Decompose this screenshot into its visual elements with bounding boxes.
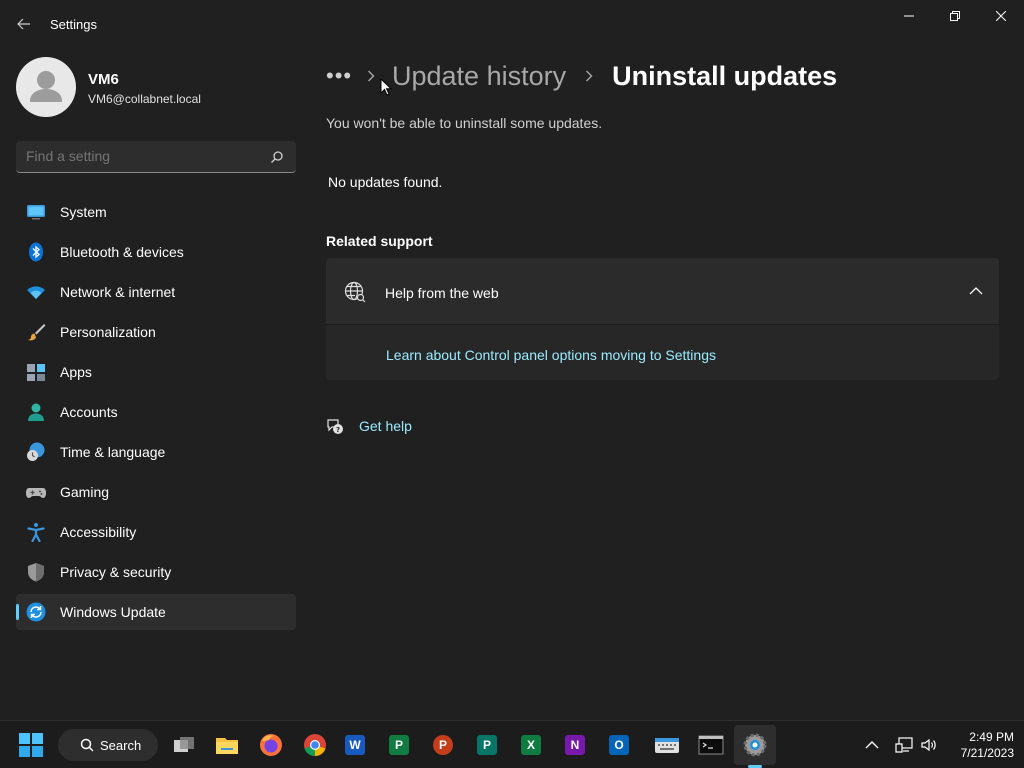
help-from-web-card: Help from the web Learn about Control pa… (326, 258, 999, 380)
sidebar-item-apps[interactable]: Apps (16, 354, 296, 390)
sidebar-item-gaming[interactable]: Gaming (16, 474, 296, 510)
sidebar-item-accounts[interactable]: Accounts (16, 394, 296, 430)
clock-time: 2:49 PM (969, 730, 1014, 744)
bluetooth-icon (29, 242, 43, 262)
excel-icon[interactable]: X (521, 731, 549, 759)
close-button[interactable] (978, 0, 1024, 32)
app-title: Settings (50, 17, 97, 32)
firefox-icon[interactable] (257, 731, 285, 759)
help-card-body: Learn about Control panel options moving… (326, 324, 999, 380)
chevron-right-icon (578, 70, 600, 82)
onenote-icon[interactable]: N (565, 731, 593, 759)
word-icon[interactable]: W (345, 731, 373, 759)
mouse-cursor-icon (380, 78, 392, 96)
outlook-icon[interactable]: O (609, 731, 637, 759)
breadcrumb: ••• Update history Uninstall updates (326, 56, 837, 96)
profile-name: VM6 (88, 71, 119, 88)
project-icon[interactable]: P (389, 731, 417, 759)
sidebar-item-system[interactable]: System (16, 194, 296, 230)
sidebar-item-label: System (60, 204, 107, 220)
sidebar-item-windows-update[interactable]: Windows Update (16, 594, 296, 630)
settings-gear-icon[interactable] (741, 731, 769, 759)
person-icon (30, 71, 62, 102)
taskbar-search[interactable]: Search (58, 729, 158, 761)
system-clock[interactable]: 2:49 PM 7/21/2023 (944, 729, 1014, 761)
help-card-title: Help from the web (385, 285, 499, 301)
search-icon (80, 738, 94, 752)
sidebar-item-label: Accessibility (60, 524, 137, 540)
minimize-icon (904, 15, 914, 17)
restore-icon (950, 11, 960, 21)
windows-update-icon (26, 602, 46, 622)
system-icon (27, 205, 45, 220)
sidebar-item-label: Personalization (60, 324, 156, 340)
taskbar-search-label: Search (100, 738, 142, 753)
minimize-button[interactable] (886, 0, 932, 32)
back-button[interactable] (8, 8, 40, 40)
settings-search[interactable] (16, 141, 296, 173)
sidebar-item-label: Bluetooth & devices (60, 244, 184, 260)
sidebar-item-label: Windows Update (60, 604, 166, 620)
apps-icon (27, 364, 45, 381)
search-input[interactable] (26, 148, 256, 164)
sidebar-item-label: Apps (60, 364, 92, 380)
volume-icon[interactable] (920, 736, 938, 754)
title-bar: Settings (0, 0, 1024, 48)
wifi-icon (27, 286, 45, 299)
empty-state-message: No updates found. (328, 174, 443, 190)
avatar (16, 57, 76, 117)
breadcrumb-update-history[interactable]: Update history (392, 61, 566, 92)
related-support-heading: Related support (326, 233, 433, 249)
restore-button[interactable] (932, 0, 978, 32)
clock-date: 7/21/2023 (960, 746, 1014, 760)
accounts-icon (28, 403, 44, 421)
file-explorer-icon[interactable] (213, 731, 241, 759)
sidebar-item-network[interactable]: Network & internet (16, 274, 296, 310)
sidebar-item-personalization[interactable]: Personalization (16, 314, 296, 350)
profile-email: VM6@collabnet.local (88, 92, 201, 106)
shield-icon (28, 563, 44, 582)
get-help-icon: ? (327, 419, 343, 434)
sidebar-item-label: Privacy & security (60, 564, 172, 580)
clock-globe-icon (27, 442, 45, 461)
help-from-web-header[interactable]: Help from the web (326, 258, 999, 324)
close-icon (996, 11, 1006, 21)
breadcrumb-more-button[interactable]: ••• (326, 63, 360, 89)
page-subtitle: You won't be able to uninstall some upda… (326, 115, 603, 131)
controller-icon (26, 488, 46, 498)
network-icon[interactable] (895, 736, 913, 754)
chevron-up-icon[interactable] (864, 737, 880, 753)
sidebar-item-time-language[interactable]: Time & language (16, 434, 296, 470)
accessibility-icon (27, 523, 45, 542)
user-profile[interactable]: VM6 VM6@collabnet.local (16, 57, 296, 117)
task-view-icon[interactable] (170, 731, 198, 759)
sidebar-nav: System Bluetooth & devices Network & int… (16, 194, 296, 634)
svg-text:?: ? (336, 426, 340, 434)
sidebar-item-label: Accounts (60, 404, 118, 420)
publisher-icon[interactable]: P (477, 731, 505, 759)
sidebar-item-label: Time & language (60, 444, 166, 460)
page-title: Uninstall updates (612, 60, 838, 91)
sidebar-item-label: Gaming (60, 484, 110, 500)
sidebar-item-bluetooth[interactable]: Bluetooth & devices (16, 234, 296, 270)
back-arrow-icon (17, 18, 30, 30)
globe-icon (344, 281, 366, 303)
sidebar-item-privacy-security[interactable]: Privacy & security (16, 554, 296, 590)
sidebar-item-accessibility[interactable]: Accessibility (16, 514, 296, 550)
control-panel-options-link[interactable]: Learn about Control panel options moving… (386, 347, 716, 363)
sidebar-item-label: Network & internet (60, 284, 176, 300)
command-prompt-icon[interactable] (697, 731, 725, 759)
start-button[interactable] (19, 733, 43, 757)
get-help-link[interactable]: ? Get help (326, 416, 412, 436)
chrome-icon[interactable] (301, 731, 329, 759)
chevron-up-icon[interactable] (969, 286, 983, 296)
search-icon (271, 151, 283, 163)
paintbrush-icon (28, 324, 46, 341)
get-help-label: Get help (359, 418, 412, 434)
chevron-right-icon (360, 70, 382, 82)
powerpoint-icon[interactable]: P (433, 731, 461, 759)
taskbar: Search W P P P X N O 2:49 PM 7/21/2023 (0, 720, 1024, 768)
on-screen-keyboard-icon[interactable] (653, 731, 681, 759)
